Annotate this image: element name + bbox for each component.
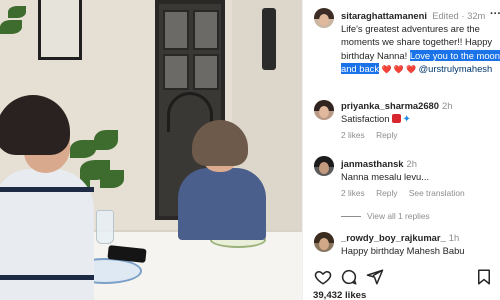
comment-time: 2h [441,100,453,111]
comment-time: 1h [448,232,460,243]
photo-glass [96,210,114,244]
photo-foliage [0,20,22,34]
dizzy-emoji-icon: ✦ [402,114,411,125]
comment-username[interactable]: _rowdy_boy_rajkumar_ 1h [341,232,459,243]
commenter-avatar[interactable] [314,100,334,120]
author-avatar[interactable] [314,8,334,28]
comment-time: 2h [406,158,417,169]
post-panel: sitaraghattamaneni Edited · 32m ··· Life… [302,0,500,300]
post-time: 32m [467,10,486,21]
comment-reply-button[interactable]: Reply [376,130,397,140]
likes-count[interactable]: 39,432 likes [313,290,366,300]
comment-username[interactable]: priyanka_sharma2680 2h [341,100,452,111]
comment-likes[interactable]: 2 likes [341,130,365,140]
caption-header: sitaraghattamaneni Edited · 32m ··· [341,8,500,22]
comment-likes[interactable]: 2 likes [341,188,365,198]
comment-text: Satisfaction ✦ [341,113,411,125]
photo-wall-light [262,8,276,70]
more-options-icon[interactable]: ··· [490,8,500,21]
see-translation-button[interactable]: See translation [409,188,465,198]
comment-icon[interactable] [340,268,358,286]
comment-actions: 2 likes Reply [341,130,407,140]
bookmark-icon[interactable] [475,268,493,286]
photo-foliage [8,6,26,18]
caption-mention[interactable]: @urstrulymahesh [419,63,493,74]
heart-icon[interactable] [314,268,332,286]
edited-text: Edited [432,10,459,21]
comment-reply-button[interactable]: Reply [376,188,397,198]
post-action-bar [303,268,500,288]
heart-emoji-icon: ❤️ ❤️ ❤️ [381,64,416,74]
photo-person-left [0,95,94,300]
instagram-post-view: sitaraghattamaneni Edited · 32m ··· Life… [0,0,500,300]
caption-highlight: Love you to the moon [409,49,500,61]
post-photo[interactable] [0,0,302,300]
photo-person-center [178,120,266,240]
post-caption: sitaraghattamaneni Edited · 32m ··· Life… [341,8,500,76]
photo-wall-lantern [38,0,82,60]
comment-actions: 2 likes Reply See translation [341,188,474,198]
comment-text: Happy birthday Mahesh Babu [341,245,465,256]
caption-highlight: and back [341,62,380,74]
comment-text: Nanna mesalu levu... [341,171,430,182]
author-username[interactable]: sitaraghattamaneni [341,10,427,21]
comment-username[interactable]: janmasthansk 2h [341,158,417,169]
edited-label: Edited · 32m [432,10,486,21]
share-icon[interactable] [366,268,384,286]
view-replies-button[interactable]: View all 1 replies [341,211,430,221]
commenter-avatar[interactable] [314,232,334,252]
fire-emoji-icon [392,114,402,123]
commenter-avatar[interactable] [314,156,334,176]
